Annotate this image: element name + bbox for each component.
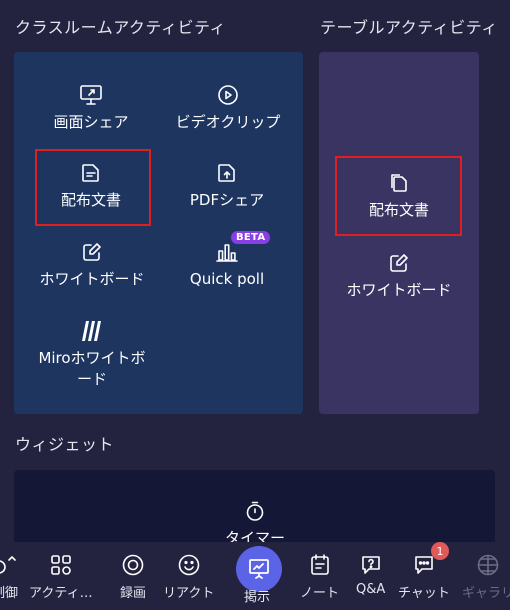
toolbar-present-label: 掲示 — [244, 590, 271, 605]
toolbar-notes[interactable]: ノート — [300, 552, 339, 601]
pdf-share-tile[interactable]: PDFシェア — [184, 160, 270, 211]
table-activities-panel — [319, 52, 479, 414]
toolbar-record[interactable]: 録画 — [120, 552, 146, 601]
smile-icon — [176, 552, 202, 578]
toolbar-present[interactable]: 掲示 — [244, 582, 270, 605]
monitor-icon — [78, 82, 104, 108]
video-clip-label: ビデオクリップ — [175, 113, 281, 131]
pdf-share-label: PDFシェア — [189, 191, 265, 209]
handout-label: 配布文書 — [60, 191, 121, 209]
table-handout-label: 配布文書 — [368, 201, 429, 219]
beta-badge: BETA — [231, 231, 271, 244]
toolbar-activities[interactable]: アクティ… — [29, 552, 93, 601]
chevron-up-icon — [0, 552, 18, 578]
toolbar-gallery[interactable]: ギャラリ — [462, 552, 510, 601]
toolbar-control[interactable]: 制御 — [0, 552, 18, 601]
table-handout-tile[interactable]: 配布文書 — [361, 170, 437, 221]
pen-edit-icon — [386, 250, 412, 276]
toolbar-control-label: 制御 — [0, 586, 19, 601]
quick-poll-label: Quick poll — [189, 270, 265, 288]
stopwatch-icon — [242, 498, 268, 524]
toolbar-activities-label: アクティ… — [29, 586, 93, 601]
table-whiteboard-tile[interactable]: ホワイトボード — [337, 250, 461, 301]
miro-whiteboard-tile[interactable]: Miroホワイトボード — [31, 318, 153, 390]
toolbar-gallery-label: ギャラリ — [462, 586, 510, 601]
chat-unread-badge: 1 — [431, 542, 449, 560]
play-icon — [215, 82, 241, 108]
screen-share-tile[interactable]: 画面シェア — [46, 82, 136, 133]
toolbar-notes-label: ノート — [300, 586, 340, 601]
screen-share-label: 画面シェア — [53, 113, 129, 131]
record-icon — [120, 552, 146, 578]
activities-icon — [48, 552, 74, 578]
toolbar-qa-label: Q&A — [356, 582, 386, 597]
handout-tile[interactable]: 配布文書 — [54, 160, 128, 211]
pen-edit-icon — [79, 239, 105, 265]
bottom-toolbar: 制御 アクティ… 録画 — [0, 542, 510, 610]
presentation-icon — [249, 559, 269, 579]
whiteboard-label: ホワイトボード — [39, 270, 145, 288]
miro-logo-icon — [79, 318, 105, 344]
quick-poll-tile[interactable]: Quick poll — [186, 239, 268, 290]
toolbar-qa[interactable]: Q&A — [356, 552, 385, 597]
pdf-upload-icon — [214, 160, 240, 186]
toolbar-reaction[interactable]: リアクト — [163, 552, 214, 601]
document-icon — [78, 160, 104, 186]
toolbar-reaction-label: リアクト — [163, 586, 215, 601]
table-whiteboard-label: ホワイトボード — [346, 281, 452, 299]
miro-whiteboard-label: Miroホワイトボード — [38, 349, 146, 388]
widgets-title: ウィジェット — [15, 435, 115, 454]
video-clip-tile[interactable]: ビデオクリップ — [166, 82, 290, 133]
question-bubble-icon — [358, 552, 384, 578]
class-activities-title: クラスルームアクティビティ — [15, 18, 226, 37]
grid-icon — [475, 552, 501, 578]
whiteboard-tile[interactable]: ホワイトボード — [30, 239, 154, 290]
notes-icon — [307, 552, 333, 578]
table-activities-title: テーブルアクティビティ — [320, 18, 498, 37]
toolbar-chat-label: チャット — [398, 586, 450, 601]
toolbar-record-label: 録画 — [120, 586, 147, 601]
copy-document-icon — [386, 170, 412, 196]
